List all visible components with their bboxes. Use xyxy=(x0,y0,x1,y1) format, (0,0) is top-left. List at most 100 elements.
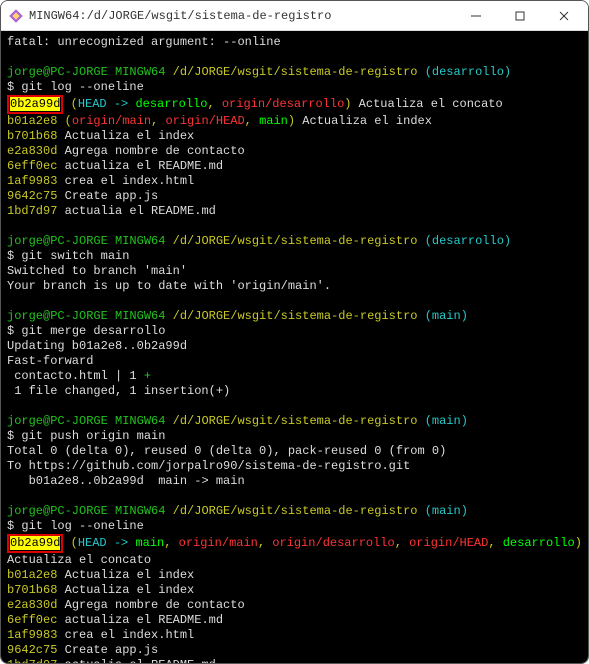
log-entry: 0b2a99d (HEAD -> desarrollo, origin/desa… xyxy=(7,95,582,114)
sep: , xyxy=(395,536,409,550)
command: git switch main xyxy=(21,249,129,263)
plus: + xyxy=(144,369,151,383)
prompt-line: jorge@PC-JORGE MINGW64 /d/JORGE/wsgit/si… xyxy=(7,234,582,249)
branch: (main) xyxy=(425,414,468,428)
sys: MINGW64 xyxy=(108,309,173,323)
hash: b701b68 xyxy=(7,583,57,597)
command-line: $ git log --oneline xyxy=(7,80,582,95)
msg: actualiza el README.md xyxy=(57,159,223,173)
highlighted-hash: 0b2a99d xyxy=(7,534,63,553)
paren: ( xyxy=(63,97,77,111)
hash: 1bd7d97 xyxy=(7,204,57,218)
window-controls xyxy=(454,2,586,30)
blank-line xyxy=(7,219,582,234)
error-line: fatal: unrecognized argument: --online xyxy=(7,35,582,50)
minimize-button[interactable] xyxy=(454,2,498,30)
hash: 1bd7d97 xyxy=(7,658,57,663)
branch: (desarrollo) xyxy=(425,65,511,79)
paren: ( xyxy=(63,536,77,550)
log-entry: 6eff0ec actualiza el README.md xyxy=(7,159,582,174)
output-line: 1 file changed, 1 insertion(+) xyxy=(7,384,582,399)
ref: origin/main xyxy=(179,536,258,550)
hash: 0b2a99d xyxy=(10,97,60,111)
msg: crea el index.html xyxy=(57,174,194,188)
blank-line xyxy=(7,489,582,504)
path: /d/JORGE/wsgit/sistema-de-registro xyxy=(173,65,418,79)
msg: Create app.js xyxy=(57,643,158,657)
hash: 6eff0ec xyxy=(7,159,57,173)
minimize-icon xyxy=(471,11,481,21)
command-line: $ git log --oneline xyxy=(7,519,582,534)
hash: e2a830d xyxy=(7,144,57,158)
log-entry: e2a830d Agrega nombre de contacto xyxy=(7,144,582,159)
head: HEAD -> xyxy=(78,536,136,550)
log-entry: 0b2a99d (HEAD -> main, origin/main, orig… xyxy=(7,534,582,553)
path: /d/JORGE/wsgit/sistema-de-registro xyxy=(173,504,418,518)
output-line: contacto.html | 1 + xyxy=(7,369,582,384)
head: HEAD -> xyxy=(78,97,136,111)
log-entry: 1bd7d97 actualia el README.md xyxy=(7,204,582,219)
sep: , xyxy=(164,536,178,550)
paren: ) xyxy=(575,536,582,550)
blank-line xyxy=(7,399,582,414)
log-entry: b01a2e8 (origin/main, origin/HEAD, main)… xyxy=(7,114,582,129)
app-window: MINGW64:/d/JORGE/wsgit/sistema-de-regist… xyxy=(0,0,589,664)
titlebar[interactable]: MINGW64:/d/JORGE/wsgit/sistema-de-regist… xyxy=(1,1,588,31)
maximize-button[interactable] xyxy=(498,2,542,30)
dollar: $ xyxy=(7,324,21,338)
sep: , xyxy=(245,114,259,128)
msg: Actualiza el index xyxy=(57,129,194,143)
sep: , xyxy=(207,97,221,111)
log-entry: 6eff0ec actualiza el README.md xyxy=(7,613,582,628)
msg: Create app.js xyxy=(57,189,158,203)
prompt-line: jorge@PC-JORGE MINGW64 /d/JORGE/wsgit/si… xyxy=(7,65,582,80)
ref: origin/desarrollo xyxy=(272,536,394,550)
sep: , xyxy=(151,114,165,128)
ref: origin/HEAD xyxy=(165,114,244,128)
ref: origin/HEAD xyxy=(409,536,488,550)
command: git log --oneline xyxy=(21,80,143,94)
sys: MINGW64 xyxy=(108,65,173,79)
hash: b01a2e8 xyxy=(7,568,57,582)
prompt-line: jorge@PC-JORGE MINGW64 /d/JORGE/wsgit/si… xyxy=(7,504,582,519)
log-entry: b701b68 Actualiza el index xyxy=(7,129,582,144)
title-left: MINGW64:/d/JORGE/wsgit/sistema-de-regist… xyxy=(9,9,331,23)
userhost: jorge@PC-JORGE xyxy=(7,309,108,323)
prompt-line: jorge@PC-JORGE MINGW64 /d/JORGE/wsgit/si… xyxy=(7,309,582,324)
branch: (main) xyxy=(425,309,468,323)
hash: 9642c75 xyxy=(7,643,57,657)
hash: 0b2a99d xyxy=(10,536,60,550)
msg: Agrega nombre de contacto xyxy=(57,144,244,158)
terminal-output[interactable]: fatal: unrecognized argument: --online j… xyxy=(1,31,588,663)
command-line: $ git switch main xyxy=(7,249,582,264)
output-line: b01a2e8..0b2a99d main -> main xyxy=(7,474,582,489)
dollar: $ xyxy=(7,519,21,533)
log-entry: 9642c75 Create app.js xyxy=(7,189,582,204)
msg: actualiza el README.md xyxy=(57,613,223,627)
prompt-line: jorge@PC-JORGE MINGW64 /d/JORGE/wsgit/si… xyxy=(7,414,582,429)
dollar: $ xyxy=(7,80,21,94)
hash: e2a830d xyxy=(7,598,57,612)
command: git log --oneline xyxy=(21,519,143,533)
blank-line xyxy=(7,50,582,65)
msg: Agrega nombre de contacto xyxy=(57,598,244,612)
path: /d/JORGE/wsgit/sistema-de-registro xyxy=(173,309,418,323)
command-line: $ git push origin main xyxy=(7,429,582,444)
ref: main xyxy=(135,536,164,550)
window-title: MINGW64:/d/JORGE/wsgit/sistema-de-regist… xyxy=(29,9,331,23)
ref: origin/main xyxy=(72,114,151,128)
hash: b701b68 xyxy=(7,129,57,143)
terminal-icon xyxy=(9,9,23,23)
paren: ( xyxy=(57,114,71,128)
msg: Actualiza el index xyxy=(57,583,194,597)
log-entry: b01a2e8 Actualiza el index xyxy=(7,568,582,583)
output-line: Total 0 (delta 0), reused 0 (delta 0), p… xyxy=(7,444,582,459)
log-entry: b701b68 Actualiza el index xyxy=(7,583,582,598)
highlighted-hash: 0b2a99d xyxy=(7,95,63,114)
msg: actualia el README.md xyxy=(57,658,215,663)
command: git push origin main xyxy=(21,429,165,443)
close-button[interactable] xyxy=(542,2,586,30)
output-line: Updating b01a2e8..0b2a99d xyxy=(7,339,582,354)
msg: Actualiza el index xyxy=(57,568,194,582)
path: /d/JORGE/wsgit/sistema-de-registro xyxy=(173,234,418,248)
